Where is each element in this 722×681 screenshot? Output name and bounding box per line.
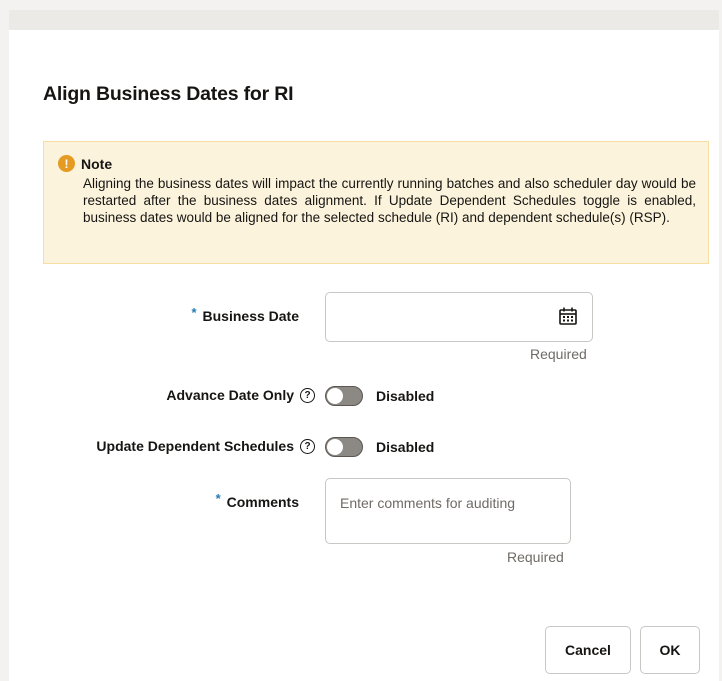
cancel-button[interactable]: Cancel (545, 626, 631, 674)
note-banner: ! Note Aligning the business dates will … (43, 141, 709, 264)
dialog-title: Align Business Dates for RI (43, 83, 294, 105)
ok-button[interactable]: OK (640, 626, 700, 674)
advance-date-only-label: Advance Date Only ? (109, 387, 315, 403)
align-business-dates-dialog: Align Business Dates for RI ! Note Align… (9, 10, 719, 681)
advance-date-only-state: Disabled (376, 388, 435, 404)
note-body: Aligning the business dates will impact … (83, 176, 696, 225)
warning-icon: ! (58, 155, 75, 172)
help-icon[interactable]: ? (300, 387, 315, 403)
comments-label: * Comments (215, 490, 299, 511)
calendar-icon[interactable] (558, 306, 578, 326)
required-marker: * (215, 490, 221, 506)
business-date-hint: Required (530, 346, 587, 362)
update-dependent-schedules-label: Update Dependent Schedules ? (49, 438, 315, 454)
update-dependent-schedules-toggle[interactable] (325, 437, 363, 457)
business-date-input[interactable] (325, 292, 593, 342)
toggle-knob (327, 388, 343, 404)
update-dependent-schedules-state: Disabled (376, 439, 435, 455)
comments-hint: Required (507, 549, 564, 565)
comments-input[interactable] (325, 478, 571, 544)
business-date-label: * Business Date (191, 304, 299, 325)
required-marker: * (191, 304, 197, 320)
note-heading: Note (81, 155, 113, 172)
help-icon[interactable]: ? (300, 438, 315, 454)
advance-date-only-toggle[interactable] (325, 386, 363, 406)
toggle-knob (327, 439, 343, 455)
